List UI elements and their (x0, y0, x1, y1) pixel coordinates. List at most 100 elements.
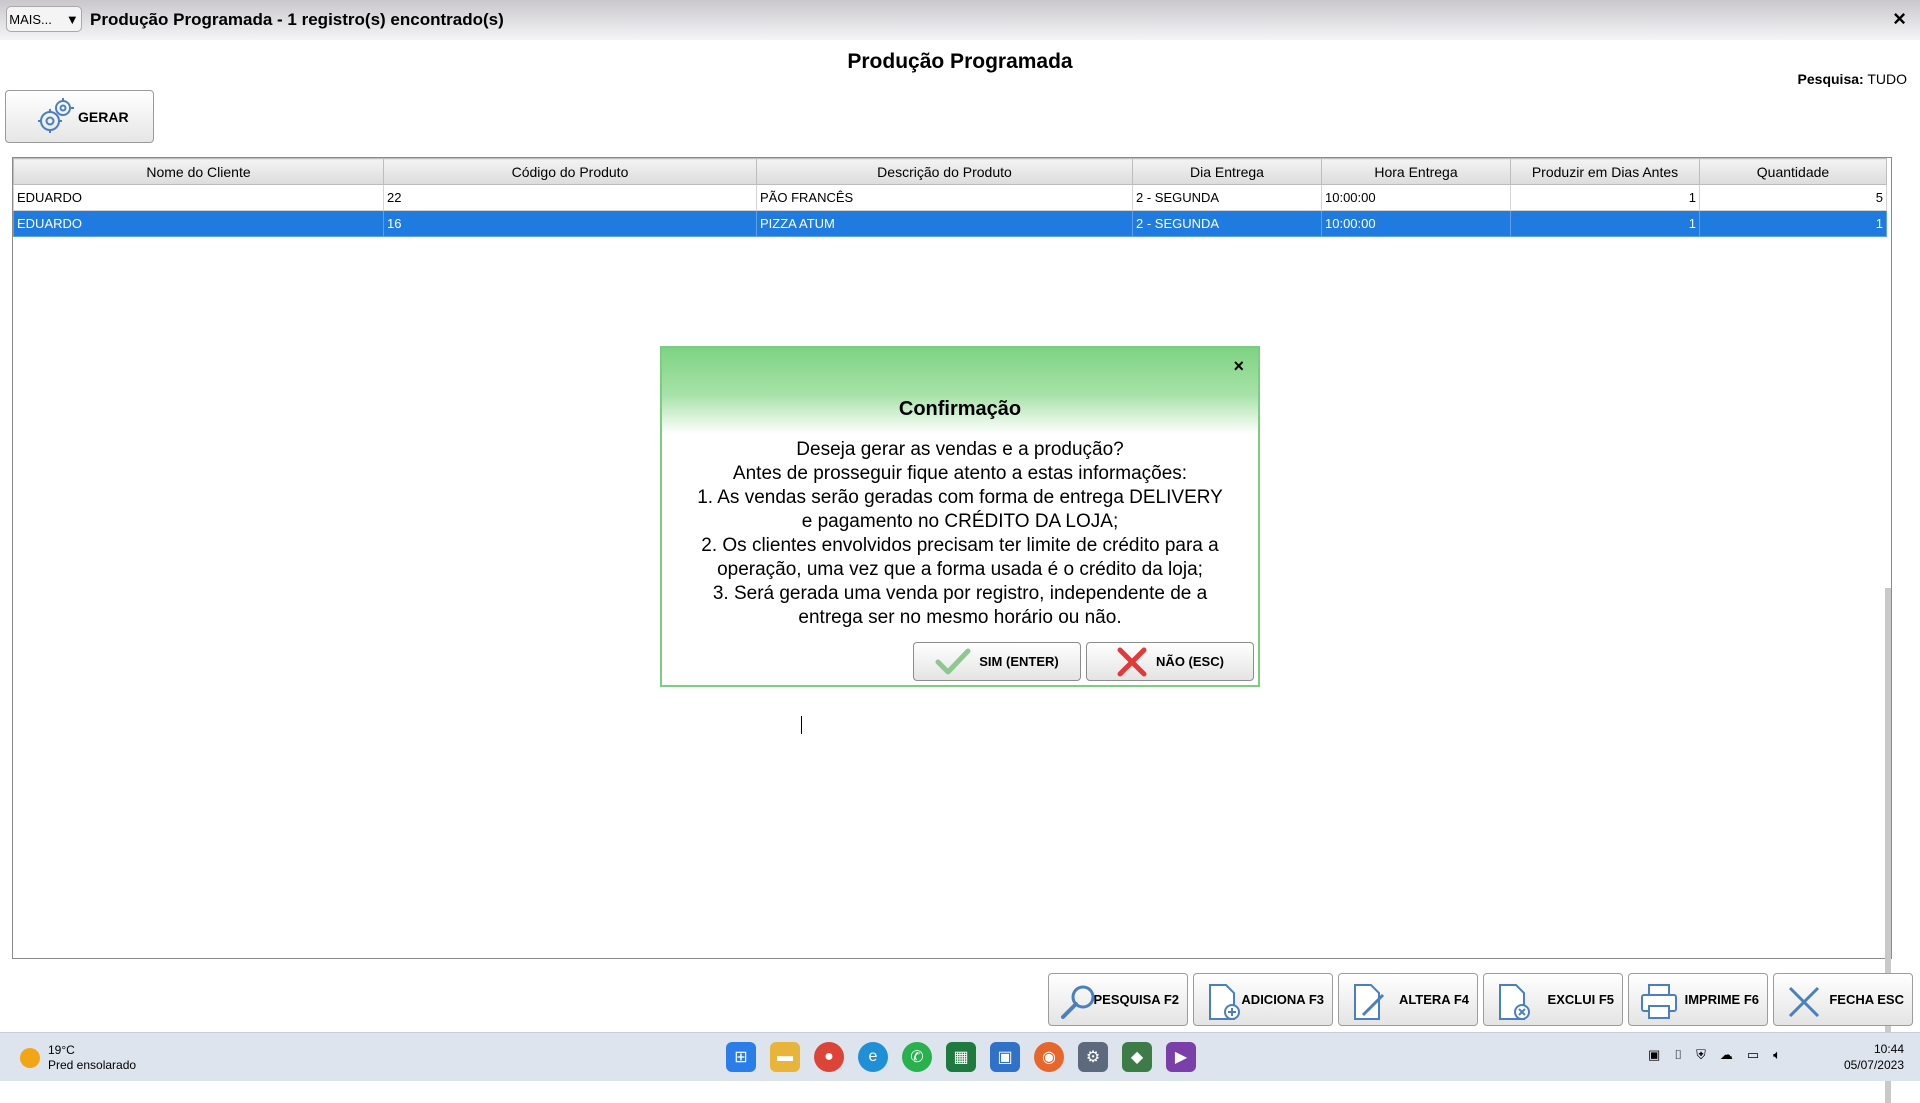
edit-document-icon (1354, 984, 1385, 1020)
search-filter-value: TUDO (1867, 71, 1907, 87)
column-header-dia[interactable]: Dia Entrega (1132, 158, 1322, 185)
page-title: Produção Programada (847, 50, 1073, 73)
cloud-icon[interactable]: ☁ (1720, 1047, 1733, 1063)
gerar-button[interactable]: GERAR (5, 90, 154, 143)
text-caret (801, 716, 802, 734)
dialog-message: Deseja gerar as vendas e a produção? Ant… (662, 438, 1258, 630)
cell-dia: 2 - SEGUNDA (1132, 184, 1322, 211)
gears-icon (38, 97, 74, 133)
system-tray: ▣ ⌷ ⛨ ☁ ▭ 🔈︎ (1648, 1047, 1781, 1063)
os-taskbar: 19°C Pred ensolarado ⊞ ▬ ● e ✆ ▦ ▣ ◉ ⚙ ◆… (0, 1032, 1920, 1081)
taskbar-apps: ⊞ ▬ ● e ✆ ▦ ▣ ◉ ⚙ ◆ ▶ (726, 1042, 1196, 1072)
no-label: NÃO (ESC) (1156, 654, 1224, 669)
dialog-line: Antes de prosseguir fique atento a estas… (732, 463, 1188, 484)
confirm-no-button[interactable]: NÃO (ESC) (1086, 642, 1254, 681)
dialog-header: × Confirmação (662, 348, 1258, 434)
red-x-icon (1117, 647, 1147, 676)
whatsapp-icon[interactable]: ✆ (902, 1042, 932, 1072)
security-shield-icon[interactable]: ⛨ (1696, 1047, 1706, 1063)
volume-icon[interactable]: 🔈︎ (1773, 1047, 1781, 1063)
altera-button[interactable]: ALTERA F4 (1338, 973, 1478, 1026)
settings-gear-icon[interactable]: ⚙ (1078, 1042, 1108, 1072)
system-clock[interactable]: 10:44 05/07/2023 (1844, 1041, 1904, 1073)
cell-hora: 10:00:00 (1321, 210, 1511, 237)
pesquisa-label: PESQUISA F2 (1093, 992, 1179, 1007)
cell-dia: 2 - SEGUNDA (1132, 210, 1322, 237)
cell-hora: 10:00:00 (1321, 184, 1511, 211)
window-title: Produção Programada - 1 registro(s) enco… (90, 10, 504, 29)
clock-time: 10:44 (1873, 1042, 1904, 1056)
imprime-button[interactable]: IMPRIME F6 (1628, 973, 1768, 1026)
dialog-line: 1. As vendas serão geradas com forma de … (697, 487, 1223, 508)
cell-quantidade: 1 (1699, 210, 1887, 237)
close-icon (1788, 986, 1820, 1018)
search-filter-caption: Pesquisa: (1797, 71, 1864, 87)
yes-label: SIM (ENTER) (979, 654, 1059, 669)
sun-icon (20, 1048, 40, 1068)
mais-label: MAIS... (9, 11, 52, 27)
column-header-codigo[interactable]: Código do Produto (383, 158, 757, 185)
magnifier-icon (1061, 985, 1095, 1019)
dialog-line: operação, uma vez que a forma usada é o … (717, 559, 1203, 580)
altera-label: ALTERA F4 (1398, 992, 1469, 1007)
weather-description: Pred ensolarado (48, 1058, 137, 1072)
mais-dropdown[interactable]: MAIS... ▼ (6, 6, 82, 32)
exclui-label: EXCLUI F5 (1547, 992, 1614, 1007)
cell-quantidade: 5 (1699, 184, 1887, 211)
fecha-label: FECHA ESC (1829, 992, 1904, 1007)
column-header-hora[interactable]: Hora Entrega (1321, 158, 1511, 185)
table-row[interactable]: EDUARDO 22 PÃO FRANCÊS 2 - SEGUNDA 10:00… (13, 184, 1887, 211)
file-explorer-icon[interactable]: ▬ (770, 1042, 800, 1072)
column-header-descricao[interactable]: Descrição do Produto (756, 158, 1133, 185)
chrome-icon[interactable]: ● (814, 1042, 844, 1072)
dialog-line: 2. Os clientes envolvidos precisam ter l… (701, 535, 1219, 556)
usb-icon[interactable]: ⌷ (1674, 1047, 1682, 1063)
windows-start-icon[interactable]: ⊞ (726, 1042, 756, 1072)
checkmark-icon (935, 648, 971, 674)
dialog-line: Deseja gerar as vendas e a produção? (796, 439, 1124, 460)
weather-widget[interactable]: 19°C Pred ensolarado (20, 1043, 136, 1073)
network-icon[interactable]: ▭ (1747, 1047, 1759, 1063)
adiciona-label: ADICIONA F3 (1241, 992, 1324, 1007)
firefox-icon[interactable]: ◉ (1034, 1042, 1064, 1072)
printer-icon (1641, 984, 1677, 1019)
adiciona-button[interactable]: ADICIONA F3 (1193, 973, 1333, 1026)
dialog-title: Confirmação (898, 398, 1022, 420)
cell-codigo: 16 (383, 210, 757, 237)
dropdown-arrow-icon: ▼ (65, 11, 79, 27)
delete-document-icon (1499, 984, 1530, 1020)
confirmation-dialog: × Confirmação Deseja gerar as vendas e a… (660, 346, 1260, 687)
cell-descricao: PIZZA ATUM (756, 210, 1133, 237)
column-header-dias-antes[interactable]: Produzir em Dias Antes (1510, 158, 1700, 185)
dialog-close-button[interactable]: × (1233, 356, 1244, 377)
tray-app-icon[interactable]: ▣ (1648, 1047, 1660, 1063)
table-row-selected[interactable]: EDUARDO 16 PIZZA ATUM 2 - SEGUNDA 10:00:… (13, 210, 1887, 237)
search-filter-label: Pesquisa: TUDO (1798, 71, 1907, 87)
column-header-quantidade[interactable]: Quantidade (1699, 158, 1887, 185)
clock-date: 05/07/2023 (1843, 1058, 1904, 1072)
spreadsheet-icon[interactable]: ▦ (946, 1042, 976, 1072)
grid-header-row: Nome do Cliente Código do Produto Descri… (13, 158, 1887, 185)
imprime-label: IMPRIME F6 (1684, 992, 1759, 1007)
weather-temperature: 19°C (48, 1043, 75, 1057)
cell-cliente: EDUARDO (13, 184, 384, 211)
cell-dias-antes: 1 (1510, 210, 1700, 237)
cell-dias-antes: 1 (1510, 184, 1700, 211)
pesquisa-button[interactable]: PESQUISA F2 (1048, 973, 1188, 1026)
exclui-button[interactable]: EXCLUI F5 (1483, 973, 1623, 1026)
dialog-line: e pagamento no CRÉDITO DA LOJA; (801, 511, 1119, 532)
edge-icon[interactable]: e (858, 1042, 888, 1072)
fecha-button[interactable]: FECHA ESC (1773, 973, 1913, 1026)
app-icon[interactable]: ▣ (990, 1042, 1020, 1072)
erp-app-icon[interactable]: ◆ (1122, 1042, 1152, 1072)
column-header-cliente[interactable]: Nome do Cliente (13, 158, 384, 185)
confirm-yes-button[interactable]: SIM (ENTER) (913, 642, 1081, 681)
dialog-line: entrega ser no mesmo horário ou não. (798, 607, 1122, 628)
title-bar: MAIS... ▼ Produção Programada - 1 regist… (0, 0, 1920, 40)
window-close-button[interactable]: × (1893, 6, 1906, 32)
dialog-line: 3. Será gerada uma venda por registro, i… (712, 583, 1208, 604)
cell-cliente: EDUARDO (13, 210, 384, 237)
add-document-icon (1209, 984, 1240, 1020)
gerar-label: GERAR (78, 108, 129, 125)
media-app-icon[interactable]: ▶ (1166, 1042, 1196, 1072)
